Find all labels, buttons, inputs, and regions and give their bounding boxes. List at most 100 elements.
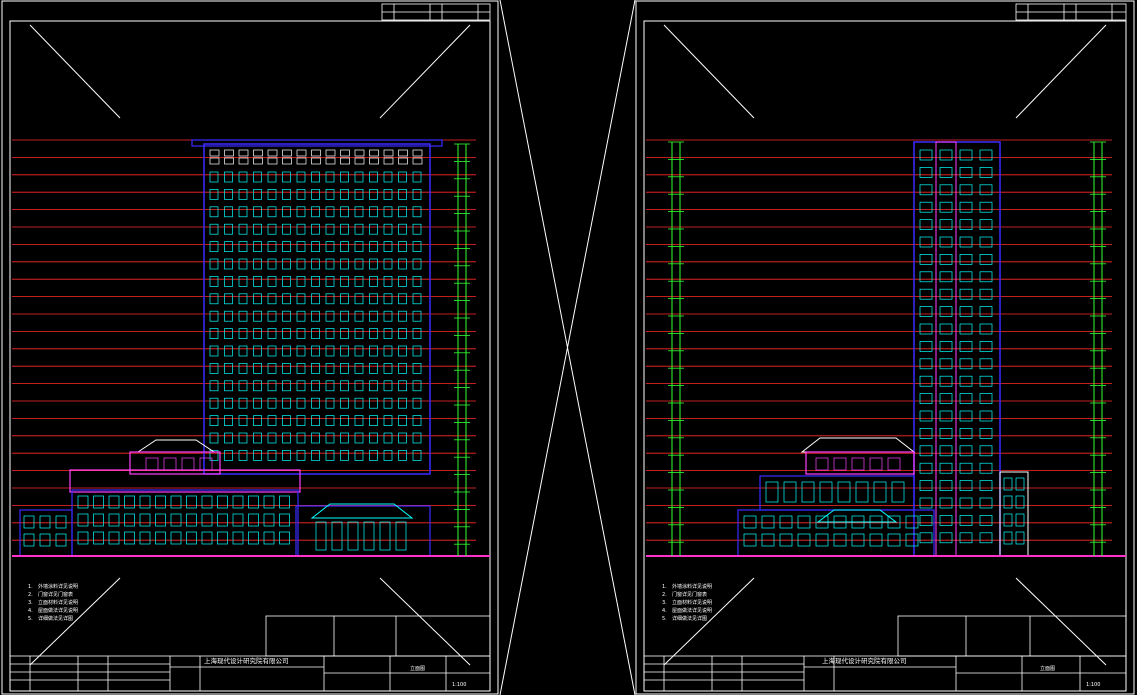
window (325, 432, 335, 444)
window (155, 531, 166, 545)
left-note-4: 屋面做法详见说明 (38, 607, 78, 614)
window (979, 271, 993, 283)
cad-drawing-canvas[interactable]: 1. 外墙涂料详见说明 2. 门窗详见门窗表 3. 立面材料详见说明 4. 屋面… (0, 0, 1137, 695)
window (253, 310, 262, 322)
window (354, 189, 364, 200)
right-sheet: 1. 外墙涂料详见说明 2. 门窗详见门窗表 3. 立面材料详见说明 4. 屋面… (635, 0, 1135, 695)
window (919, 184, 933, 196)
window (919, 462, 933, 474)
window (363, 521, 375, 551)
window (369, 241, 378, 252)
window (139, 531, 151, 545)
window (939, 271, 953, 283)
window (77, 513, 89, 527)
window (267, 189, 277, 200)
window (296, 380, 306, 392)
window (93, 495, 104, 509)
left-note-3: 立面材料详见说明 (38, 599, 78, 606)
window (383, 415, 393, 426)
window (209, 328, 219, 339)
window (369, 258, 378, 270)
window (979, 149, 993, 161)
window (253, 276, 262, 287)
window (412, 241, 422, 252)
window (238, 415, 248, 426)
window (267, 450, 277, 461)
window (331, 521, 343, 551)
right-note-2: 门窗详见门窗表 (672, 591, 707, 598)
window (412, 157, 423, 165)
window (296, 432, 306, 444)
window (369, 397, 378, 409)
window (398, 276, 407, 287)
window (296, 206, 306, 218)
window (412, 149, 423, 157)
left-note-4-num: 4. (28, 608, 33, 614)
window (238, 450, 248, 461)
window (801, 481, 815, 503)
right-note-1-num: 1. (662, 584, 667, 590)
window (311, 157, 321, 165)
window (77, 531, 89, 545)
window (170, 513, 182, 527)
window (398, 397, 407, 409)
right-note-2-num: 2. (662, 592, 667, 598)
window (919, 236, 933, 248)
window (253, 293, 262, 305)
window (311, 258, 320, 270)
window (253, 171, 262, 183)
window (383, 450, 393, 461)
window (979, 341, 993, 352)
window (325, 345, 335, 357)
right-sheet-outer-frame (635, 0, 1135, 695)
window (282, 241, 291, 252)
window (979, 184, 993, 196)
window (253, 415, 262, 426)
window (851, 457, 865, 471)
window (238, 206, 248, 218)
window (238, 310, 248, 322)
window (282, 450, 291, 461)
window (369, 206, 378, 218)
window (282, 206, 291, 218)
right-sheet-corner-marks (663, 24, 1107, 666)
window (296, 223, 306, 235)
window (354, 328, 364, 339)
window (939, 236, 953, 248)
window (979, 532, 993, 544)
window (181, 457, 195, 471)
window (959, 393, 973, 404)
window (959, 306, 973, 317)
window (398, 363, 407, 374)
window (263, 513, 275, 527)
window (296, 345, 306, 357)
window (340, 432, 349, 444)
window (209, 171, 219, 183)
window (209, 380, 219, 392)
window (340, 450, 349, 461)
right-title-block (643, 615, 1127, 692)
window (398, 157, 408, 165)
window (369, 432, 378, 444)
window (311, 171, 320, 183)
window (383, 276, 393, 287)
window (383, 293, 393, 305)
window (296, 293, 306, 305)
window (354, 258, 364, 270)
window (296, 450, 306, 461)
right-sheet-inner-frame (643, 20, 1127, 692)
window (340, 363, 349, 374)
window (253, 157, 263, 165)
cad-viewport[interactable]: 1. 外墙涂料详见说明 2. 门窗详见门窗表 3. 立面材料详见说明 4. 屋面… (0, 0, 1137, 695)
window (77, 495, 89, 509)
window (412, 415, 422, 426)
window (873, 481, 887, 503)
window (412, 380, 422, 392)
window (398, 293, 407, 305)
window (354, 397, 364, 409)
window (224, 345, 233, 357)
window (383, 397, 393, 409)
window (311, 328, 320, 339)
window (224, 149, 234, 157)
window (238, 149, 249, 157)
